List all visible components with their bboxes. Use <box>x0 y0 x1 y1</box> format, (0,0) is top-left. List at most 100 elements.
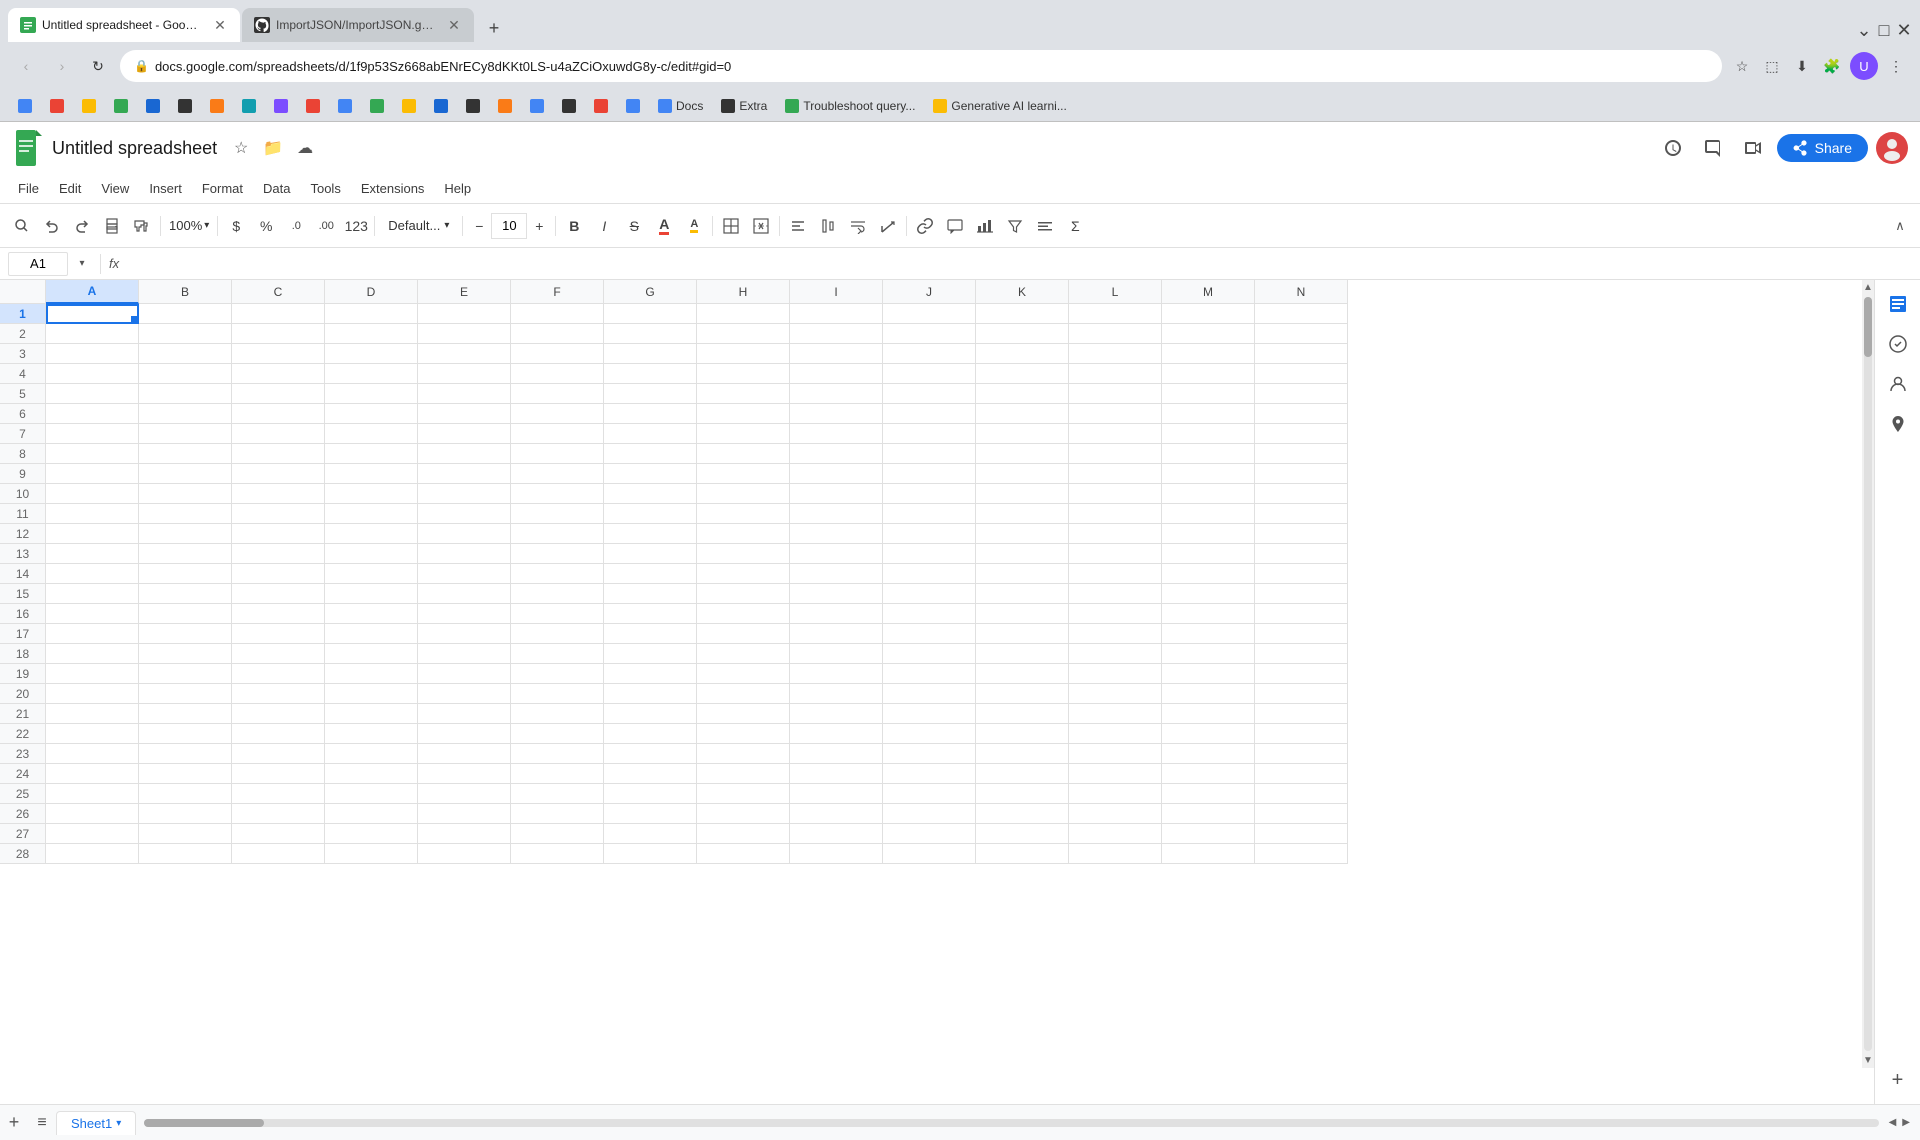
cell-A8[interactable] <box>46 444 139 464</box>
bookmark-11[interactable] <box>330 97 360 115</box>
cell-E21[interactable] <box>418 704 511 724</box>
row-num-1[interactable]: 1 <box>0 304 46 324</box>
cell-K19[interactable] <box>976 664 1069 684</box>
cell-A2[interactable] <box>46 324 139 344</box>
cell-E28[interactable] <box>418 844 511 864</box>
window-close[interactable]: ✕ <box>1896 22 1912 38</box>
cell-K25[interactable] <box>976 784 1069 804</box>
row-num-26[interactable]: 26 <box>0 804 46 824</box>
row-num-16[interactable]: 16 <box>0 604 46 624</box>
cell-D18[interactable] <box>325 644 418 664</box>
cell-J23[interactable] <box>883 744 976 764</box>
cell-H25[interactable] <box>697 784 790 804</box>
row-num-2[interactable]: 2 <box>0 324 46 344</box>
cell-L26[interactable] <box>1069 804 1162 824</box>
formula-input[interactable] <box>123 252 1912 276</box>
cell-F6[interactable] <box>511 404 604 424</box>
cell-G21[interactable] <box>604 704 697 724</box>
cell-E12[interactable] <box>418 524 511 544</box>
cell-F10[interactable] <box>511 484 604 504</box>
sheet-menu-button[interactable]: ≡ <box>28 1109 56 1137</box>
cell-G28[interactable] <box>604 844 697 864</box>
cell-M6[interactable] <box>1162 404 1255 424</box>
cell-J22[interactable] <box>883 724 976 744</box>
comments-button[interactable] <box>1697 132 1729 164</box>
cell-E26[interactable] <box>418 804 511 824</box>
bookmark-18[interactable] <box>554 97 584 115</box>
cell-G1[interactable] <box>604 304 697 324</box>
col-header-G[interactable]: G <box>604 280 697 304</box>
cell-E19[interactable] <box>418 664 511 684</box>
star-icon[interactable]: ☆ <box>229 136 253 160</box>
undo-button[interactable] <box>38 212 66 240</box>
cell-A15[interactable] <box>46 584 139 604</box>
back-button[interactable]: ‹ <box>12 52 40 80</box>
cell-I13[interactable] <box>790 544 883 564</box>
cell-D16[interactable] <box>325 604 418 624</box>
row-num-25[interactable]: 25 <box>0 784 46 804</box>
cell-N24[interactable] <box>1255 764 1348 784</box>
text-color-button[interactable]: A <box>650 212 678 240</box>
cell-B2[interactable] <box>139 324 232 344</box>
cell-F27[interactable] <box>511 824 604 844</box>
cell-A10[interactable] <box>46 484 139 504</box>
cell-B12[interactable] <box>139 524 232 544</box>
cell-H21[interactable] <box>697 704 790 724</box>
cloud-save-icon[interactable]: ☁ <box>293 136 317 160</box>
cell-D3[interactable] <box>325 344 418 364</box>
cell-M9[interactable] <box>1162 464 1255 484</box>
cell-K8[interactable] <box>976 444 1069 464</box>
bookmark-19[interactable] <box>586 97 616 115</box>
cell-N5[interactable] <box>1255 384 1348 404</box>
bookmark-6[interactable] <box>170 97 200 115</box>
menu-help[interactable]: Help <box>434 177 481 200</box>
col-header-A[interactable]: A <box>46 280 139 304</box>
bookmark-12[interactable] <box>362 97 392 115</box>
view-more-toolbar-button[interactable] <box>1031 212 1059 240</box>
cell-reference-box[interactable]: A1 <box>8 252 68 276</box>
cell-F8[interactable] <box>511 444 604 464</box>
window-minimize[interactable]: ⌄ <box>1856 22 1872 38</box>
h-scroll-track[interactable] <box>144 1119 1878 1127</box>
cell-L15[interactable] <box>1069 584 1162 604</box>
cell-N11[interactable] <box>1255 504 1348 524</box>
cell-M1[interactable] <box>1162 304 1255 324</box>
cell-C2[interactable] <box>232 324 325 344</box>
cell-K9[interactable] <box>976 464 1069 484</box>
bookmark-16[interactable] <box>490 97 520 115</box>
menu-tools[interactable]: Tools <box>300 177 350 200</box>
video-call-button[interactable] <box>1737 132 1769 164</box>
menu-edit[interactable]: Edit <box>49 177 91 200</box>
zoom-control[interactable]: 100% ▾ <box>165 218 213 233</box>
cell-A13[interactable] <box>46 544 139 564</box>
cell-B13[interactable] <box>139 544 232 564</box>
cell-G23[interactable] <box>604 744 697 764</box>
cell-B10[interactable] <box>139 484 232 504</box>
cell-J20[interactable] <box>883 684 976 704</box>
profile-icon[interactable]: U <box>1850 52 1878 80</box>
col-header-K[interactable]: K <box>976 280 1069 304</box>
function-button[interactable]: Σ <box>1061 212 1089 240</box>
cell-N20[interactable] <box>1255 684 1348 704</box>
cell-M19[interactable] <box>1162 664 1255 684</box>
cell-J5[interactable] <box>883 384 976 404</box>
cell-E24[interactable] <box>418 764 511 784</box>
cell-L16[interactable] <box>1069 604 1162 624</box>
row-num-24[interactable]: 24 <box>0 764 46 784</box>
cell-H16[interactable] <box>697 604 790 624</box>
col-header-M[interactable]: M <box>1162 280 1255 304</box>
cell-L11[interactable] <box>1069 504 1162 524</box>
cell-M23[interactable] <box>1162 744 1255 764</box>
cell-B21[interactable] <box>139 704 232 724</box>
cell-B23[interactable] <box>139 744 232 764</box>
cell-D28[interactable] <box>325 844 418 864</box>
cell-N4[interactable] <box>1255 364 1348 384</box>
cell-F1[interactable] <box>511 304 604 324</box>
insert-chart-button[interactable] <box>971 212 999 240</box>
cell-M22[interactable] <box>1162 724 1255 744</box>
col-header-L[interactable]: L <box>1069 280 1162 304</box>
cell-F25[interactable] <box>511 784 604 804</box>
extension-icon[interactable]: 🧩 <box>1820 54 1844 78</box>
vertical-scrollbar[interactable]: ▲ ▼ <box>1862 280 1874 1068</box>
row-num-18[interactable]: 18 <box>0 644 46 664</box>
